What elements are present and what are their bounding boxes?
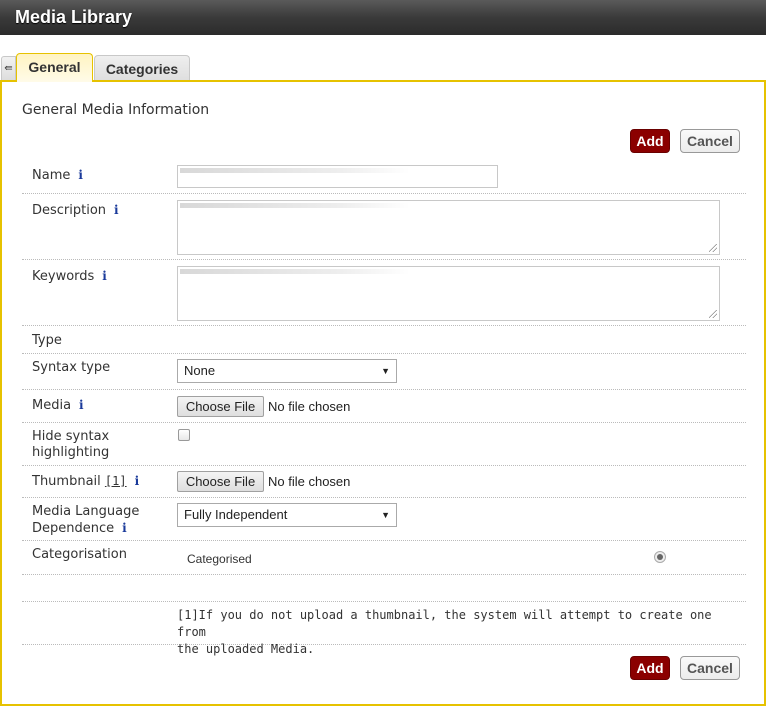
keywords-label: Keywords i xyxy=(32,268,107,285)
add-button-bottom[interactable]: Add xyxy=(630,656,670,680)
resize-handle[interactable] xyxy=(709,310,717,318)
thumbnail-row: Thumbnail [1] i Choose File No file chose… xyxy=(22,466,746,498)
thumbnail-label: Thumbnail [1] i xyxy=(32,473,139,490)
general-panel: General Media Information Add Cancel Nam… xyxy=(0,80,766,706)
categorisation-row: Categorisation Categorised xyxy=(22,541,746,575)
description-label: Description i xyxy=(32,202,119,219)
language-dependence-select[interactable]: Fully Independent ▼ xyxy=(177,503,397,527)
media-label-text: Media xyxy=(32,398,72,413)
media-file-status: No file chosen xyxy=(268,399,351,414)
name-input[interactable] xyxy=(177,165,498,188)
syntax-type-select[interactable]: None ▼ xyxy=(177,359,397,383)
name-row: Name i xyxy=(22,157,746,194)
info-icon[interactable]: i xyxy=(135,474,140,488)
info-icon[interactable]: i xyxy=(122,521,127,535)
tab-general[interactable]: General xyxy=(16,53,93,82)
name-label: Name i xyxy=(32,167,83,184)
info-icon[interactable]: i xyxy=(114,203,119,217)
footnote-row: [1]If you do not upload a thumbnail, the… xyxy=(22,602,746,656)
language-dependence-label-line2: Dependence xyxy=(32,521,115,536)
description-row: Description i xyxy=(22,194,746,260)
info-icon[interactable]: i xyxy=(102,269,107,283)
media-row: Media i Choose File No file chosen xyxy=(22,390,746,423)
thumbnail-file-status: No file chosen xyxy=(268,474,351,489)
keywords-label-text: Keywords xyxy=(32,269,95,284)
syntax-type-row: Syntax type None ▼ xyxy=(22,354,746,390)
description-textarea[interactable] xyxy=(177,200,720,255)
name-label-text: Name xyxy=(32,168,71,183)
spacer-row xyxy=(22,575,746,602)
language-dependence-label-line1: Media Language xyxy=(32,504,140,519)
hide-syntax-row: Hide syntax highlighting xyxy=(22,423,746,466)
cancel-button-top[interactable]: Cancel xyxy=(680,129,740,153)
type-label: Type xyxy=(32,333,62,348)
footnote-line1: [1]If you do not upload a thumbnail, the… xyxy=(177,608,712,639)
keywords-row: Keywords i xyxy=(22,260,746,326)
thumbnail-footnote: [1]If you do not upload a thumbnail, the… xyxy=(177,607,737,658)
back-arrow-icon[interactable]: ⇚ xyxy=(1,56,16,81)
dropdown-arrow-icon: ▼ xyxy=(381,510,390,520)
categorised-radio[interactable] xyxy=(654,551,666,563)
syntax-type-label: Syntax type xyxy=(32,360,111,375)
window-title: Media Library xyxy=(0,0,766,35)
categorised-option-label: Categorised xyxy=(187,552,252,566)
footnote-link[interactable]: [1] xyxy=(105,474,127,488)
type-row: Type xyxy=(22,326,746,354)
description-label-text: Description xyxy=(32,203,107,218)
thumbnail-choose-file-button[interactable]: Choose File xyxy=(177,471,264,492)
tab-categories[interactable]: Categories xyxy=(94,55,190,81)
hide-syntax-label: Hide syntax highlighting xyxy=(32,429,109,461)
thumbnail-label-text: Thumbnail xyxy=(32,474,101,489)
info-icon[interactable]: i xyxy=(79,398,84,412)
media-choose-file-button[interactable]: Choose File xyxy=(177,396,264,417)
syntax-type-value: None xyxy=(184,363,216,378)
language-dependence-label: Media Language Dependence i xyxy=(32,504,139,537)
hide-syntax-checkbox[interactable] xyxy=(178,429,190,441)
hide-syntax-label-line2: highlighting xyxy=(32,445,110,460)
keywords-textarea[interactable] xyxy=(177,266,720,321)
info-icon[interactable]: i xyxy=(78,168,83,182)
cancel-button-bottom[interactable]: Cancel xyxy=(680,656,740,680)
dropdown-arrow-icon: ▼ xyxy=(381,366,390,376)
categorisation-label: Categorisation xyxy=(32,547,127,562)
media-label: Media i xyxy=(32,397,84,414)
language-dependence-row: Media Language Dependence i Fully Indepen… xyxy=(22,498,746,541)
resize-handle[interactable] xyxy=(709,244,717,252)
section-title: General Media Information xyxy=(22,102,210,118)
language-dependence-value: Fully Independent xyxy=(184,507,288,522)
tab-bar: ⇚ General Categories xyxy=(0,53,766,82)
add-button-top[interactable]: Add xyxy=(630,129,670,153)
hide-syntax-label-line1: Hide syntax xyxy=(32,429,110,444)
